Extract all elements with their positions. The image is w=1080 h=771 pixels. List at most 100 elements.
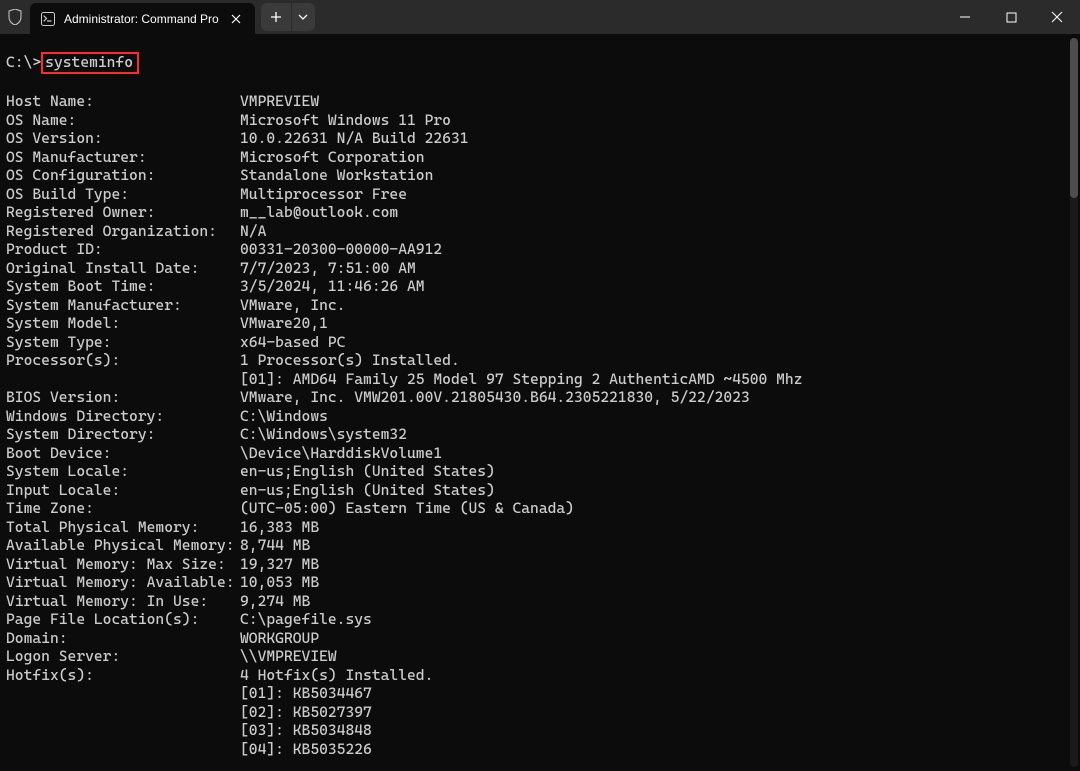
info-row: OS Manufacturer:Microsoft Corporation	[6, 148, 1072, 167]
info-row: OS Name:Microsoft Windows 11 Pro	[6, 111, 1072, 130]
info-label: OS Manufacturer:	[6, 148, 240, 167]
info-row: Original Install Date:7/7/2023, 7:51:00 …	[6, 259, 1072, 278]
info-value: 9,274 MB	[240, 592, 1072, 611]
close-icon	[1051, 11, 1063, 23]
info-row: Page File Location(s):C:\pagefile.sys	[6, 610, 1072, 629]
info-label: System Boot Time:	[6, 277, 240, 296]
info-value: en-us;English (United States)	[240, 481, 1072, 500]
info-label: Product ID:	[6, 240, 240, 259]
info-value: VMware20,1	[240, 314, 1072, 333]
info-value: 3/5/2024, 11:46:26 AM	[240, 277, 1072, 296]
info-label: Page File Location(s):	[6, 610, 240, 629]
info-value: \\VMPREVIEW	[240, 647, 1072, 666]
info-value: 7/7/2023, 7:51:00 AM	[240, 259, 1072, 278]
info-value: m__lab@outlook.com	[240, 203, 1072, 222]
info-row: Registered Owner:m__lab@outlook.com	[6, 203, 1072, 222]
info-row: System Directory:C:\Windows\system32	[6, 425, 1072, 444]
close-icon	[231, 14, 241, 24]
active-tab[interactable]: Administrator: Command Pro	[30, 3, 255, 34]
info-label: Host Name:	[6, 92, 240, 111]
info-row: Registered Organization:N/A	[6, 222, 1072, 241]
info-value: x64-based PC	[240, 333, 1072, 352]
info-value: en-us;English (United States)	[240, 462, 1072, 481]
info-row: System Locale:en-us;English (United Stat…	[6, 462, 1072, 481]
info-value: 10,053 MB	[240, 573, 1072, 592]
info-label: Boot Device:	[6, 444, 240, 463]
processor-detail: [01]: AMD64 Family 25 Model 97 Stepping …	[6, 370, 1072, 389]
info-label: System Model:	[6, 314, 240, 333]
info-row: BIOS Version:VMware, Inc. VMW201.00V.218…	[6, 388, 1072, 407]
info-value: 10.0.22631 N/A Build 22631	[240, 129, 1072, 148]
tab-close-button[interactable]	[227, 10, 245, 28]
info-label: Logon Server:	[6, 647, 240, 666]
info-row: Processor(s):1 Processor(s) Installed.	[6, 351, 1072, 370]
info-value: 16,383 MB	[240, 518, 1072, 537]
info-value: Multiprocessor Free	[240, 185, 1072, 204]
info-label: Available Physical Memory:	[6, 536, 240, 555]
info-label: Virtual Memory: In Use:	[6, 592, 240, 611]
hotfix-entry: [04]: KB5035226	[6, 740, 1072, 759]
info-label: OS Configuration:	[6, 166, 240, 185]
maximize-icon	[1006, 12, 1017, 23]
systeminfo-rows-2: BIOS Version:VMware, Inc. VMW201.00V.218…	[6, 388, 1072, 684]
scrollbar-thumb[interactable]	[1070, 38, 1078, 198]
info-row: Domain:WORKGROUP	[6, 629, 1072, 648]
info-label: Time Zone:	[6, 499, 240, 518]
info-row: System Manufacturer:VMware, Inc.	[6, 296, 1072, 315]
info-value: VMware, Inc.	[240, 296, 1072, 315]
minimize-icon	[959, 11, 971, 23]
info-label: BIOS Version:	[6, 388, 240, 407]
app-shield-icon	[0, 0, 30, 34]
titlebar: Administrator: Command Pro	[0, 0, 1080, 34]
info-row: Windows Directory:C:\Windows	[6, 407, 1072, 426]
info-label: System Manufacturer:	[6, 296, 240, 315]
info-label: System Locale:	[6, 462, 240, 481]
titlebar-left: Administrator: Command Pro	[0, 0, 315, 34]
info-row: Virtual Memory: Available:10,053 MB	[6, 573, 1072, 592]
info-label: Hotfix(s):	[6, 666, 240, 685]
info-label: OS Version:	[6, 129, 240, 148]
info-label: Domain:	[6, 629, 240, 648]
info-row: System Model:VMware20,1	[6, 314, 1072, 333]
info-value: C:\Windows\system32	[240, 425, 1072, 444]
info-row: Logon Server:\\VMPREVIEW	[6, 647, 1072, 666]
info-row: Time Zone:(UTC-05:00) Eastern Time (US &…	[6, 499, 1072, 518]
info-row: System Boot Time:3/5/2024, 11:46:26 AM	[6, 277, 1072, 296]
new-tab-button[interactable]	[261, 3, 291, 31]
systeminfo-rows-1: Host Name:VMPREVIEWOS Name:Microsoft Win…	[6, 92, 1072, 370]
info-row: Virtual Memory: In Use:9,274 MB	[6, 592, 1072, 611]
info-row: Available Physical Memory:8,744 MB	[6, 536, 1072, 555]
info-value: \Device\HarddiskVolume1	[240, 444, 1072, 463]
info-label: Processor(s):	[6, 351, 240, 370]
info-label: System Directory:	[6, 425, 240, 444]
info-value: 8,744 MB	[240, 536, 1072, 555]
terminal-body[interactable]: C:\>systeminfo Host Name:VMPREVIEWOS Nam…	[0, 34, 1080, 771]
info-label: Virtual Memory: Max Size:	[6, 555, 240, 574]
info-row: OS Version:10.0.22631 N/A Build 22631	[6, 129, 1072, 148]
info-value: 19,327 MB	[240, 555, 1072, 574]
prompt-line: C:\>systeminfo	[6, 52, 1072, 74]
close-window-button[interactable]	[1034, 0, 1080, 34]
info-value: WORKGROUP	[240, 629, 1072, 648]
hotfix-entry: [01]: KB5034467	[6, 684, 1072, 703]
command-highlight: systeminfo	[41, 52, 139, 74]
info-row: OS Configuration:Standalone Workstation	[6, 166, 1072, 185]
maximize-button[interactable]	[988, 0, 1034, 34]
info-row: Input Locale:en-us;English (United State…	[6, 481, 1072, 500]
info-value: C:\pagefile.sys	[240, 610, 1072, 629]
info-value: Standalone Workstation	[240, 166, 1072, 185]
info-row: System Type:x64-based PC	[6, 333, 1072, 352]
hotfix-list: [01]: KB5034467[02]: KB5027397[03]: KB50…	[6, 684, 1072, 758]
info-value: Microsoft Windows 11 Pro	[240, 111, 1072, 130]
info-label: Original Install Date:	[6, 259, 240, 278]
info-value: VMware, Inc. VMW201.00V.21805430.B64.230…	[240, 388, 1072, 407]
info-value: Microsoft Corporation	[240, 148, 1072, 167]
plus-icon	[270, 11, 282, 23]
info-value: 4 Hotfix(s) Installed.	[240, 666, 1072, 685]
info-row: Host Name:VMPREVIEW	[6, 92, 1072, 111]
chevron-down-icon	[298, 12, 308, 22]
info-label: Registered Owner:	[6, 203, 240, 222]
minimize-button[interactable]	[942, 0, 988, 34]
prompt-path: C:\>	[6, 53, 41, 71]
tab-dropdown-button[interactable]	[291, 3, 315, 31]
